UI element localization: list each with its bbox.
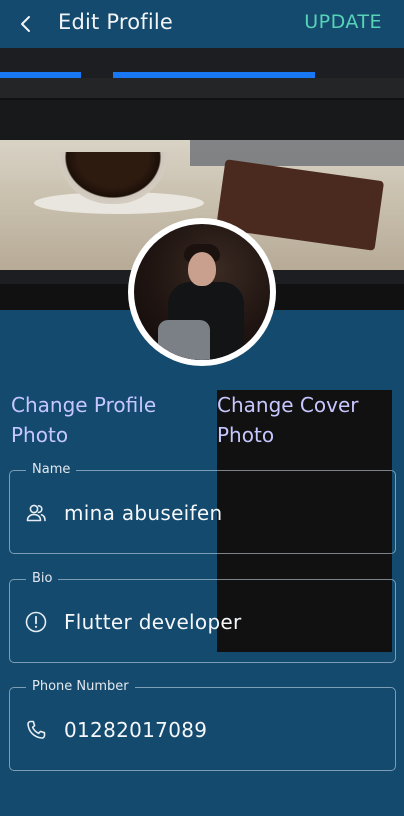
bio-label: Bio bbox=[26, 570, 59, 588]
change-profile-photo-link[interactable]: Change Profile Photo bbox=[11, 390, 201, 450]
people-icon bbox=[26, 504, 46, 522]
phone-number-label: Phone Number bbox=[26, 678, 135, 696]
profile-avatar[interactable] bbox=[128, 218, 276, 366]
bio-value: Flutter developer bbox=[64, 610, 242, 634]
page-title: Edit Profile bbox=[58, 10, 174, 34]
name-field[interactable]: Name mina abuseifen bbox=[9, 461, 396, 554]
phone-number-value: 01282017089 bbox=[64, 718, 208, 742]
back-button[interactable] bbox=[10, 8, 42, 40]
back-arrow-icon bbox=[21, 16, 30, 32]
bio-field[interactable]: Bio Flutter developer bbox=[9, 570, 396, 663]
phone-number-field[interactable]: Phone Number 01282017089 bbox=[9, 678, 396, 771]
photo-actions: Change Profile Photo Change Cover Photo bbox=[0, 390, 404, 652]
app-bar: Edit Profile UPDATE bbox=[0, 0, 404, 48]
name-value: mina abuseifen bbox=[64, 501, 223, 525]
update-button[interactable]: UPDATE bbox=[304, 8, 382, 36]
info-icon bbox=[25, 611, 47, 633]
edit-profile-screen: Edit Profile UPDATE Change Profile Photo… bbox=[0, 0, 404, 816]
name-label: Name bbox=[26, 461, 77, 479]
cover-image-strip bbox=[0, 78, 404, 98]
avatar-image bbox=[134, 224, 270, 360]
cover-image-topbar bbox=[0, 48, 404, 78]
phone-icon bbox=[27, 720, 46, 739]
